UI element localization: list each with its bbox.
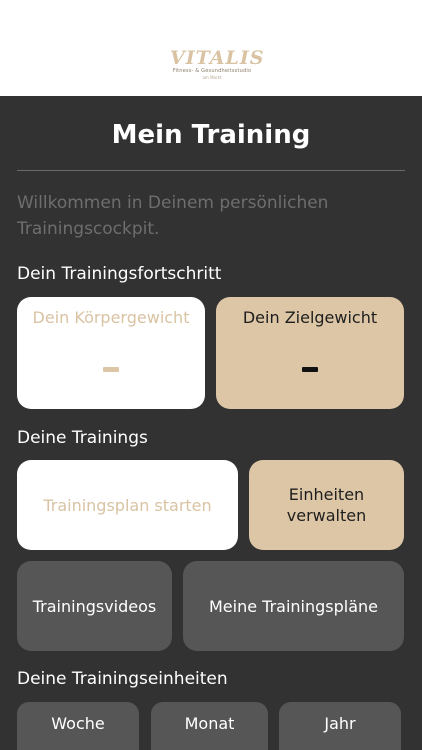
logo-wordmark: VITALIS bbox=[170, 47, 265, 69]
trainings-heading: Deine Trainings bbox=[17, 428, 148, 448]
manage-units-button[interactable]: Einheiten verwalten bbox=[249, 460, 404, 550]
welcome-text: Willkommen in Deinem persönlichen Traini… bbox=[17, 193, 329, 239]
body-weight-value-placeholder bbox=[103, 367, 119, 372]
period-tab-week[interactable]: Woche bbox=[17, 702, 139, 750]
vitalis-logo: VITALIS Fitness- & Gesundheitsstudio am … bbox=[170, 47, 265, 88]
training-videos-label: Trainingsvideos bbox=[32, 596, 157, 616]
body-weight-card[interactable]: Dein Körpergewicht bbox=[17, 297, 205, 409]
period-tab-year[interactable]: Jahr bbox=[279, 702, 401, 750]
period-tab-label: Jahr bbox=[324, 714, 356, 733]
start-training-plan-label: Trainingsplan starten bbox=[43, 495, 212, 515]
logo-subtitle: Fitness- & Gesundheitsstudio bbox=[172, 68, 252, 74]
goal-weight-label: Dein Zielgewicht bbox=[242, 308, 378, 327]
period-tab-month[interactable]: Monat bbox=[151, 702, 268, 750]
goal-weight-card[interactable]: Dein Zielgewicht bbox=[216, 297, 404, 409]
logo-subtitle-location: am Markt bbox=[202, 75, 222, 80]
title-divider bbox=[17, 170, 405, 171]
training-units-heading: Deine Trainingseinheiten bbox=[17, 669, 228, 689]
training-videos-button[interactable]: Trainingsvideos bbox=[17, 561, 172, 651]
my-training-plans-button[interactable]: Meine Trainingspläne bbox=[183, 561, 404, 651]
period-tab-label: Woche bbox=[51, 714, 105, 733]
manage-units-label: Einheiten verwalten bbox=[286, 485, 367, 525]
progress-heading: Dein Trainingsfortschritt bbox=[17, 264, 222, 284]
start-training-plan-button[interactable]: Trainingsplan starten bbox=[17, 460, 238, 550]
goal-weight-value-placeholder bbox=[302, 367, 318, 372]
body-weight-label: Dein Körpergewicht bbox=[32, 308, 190, 327]
my-training-plans-label: Meine Trainingspläne bbox=[208, 596, 379, 616]
app-header: VITALIS Fitness- & Gesundheitsstudio am … bbox=[0, 0, 422, 96]
period-tab-label: Monat bbox=[184, 714, 235, 733]
page-title: Mein Training bbox=[111, 120, 311, 150]
